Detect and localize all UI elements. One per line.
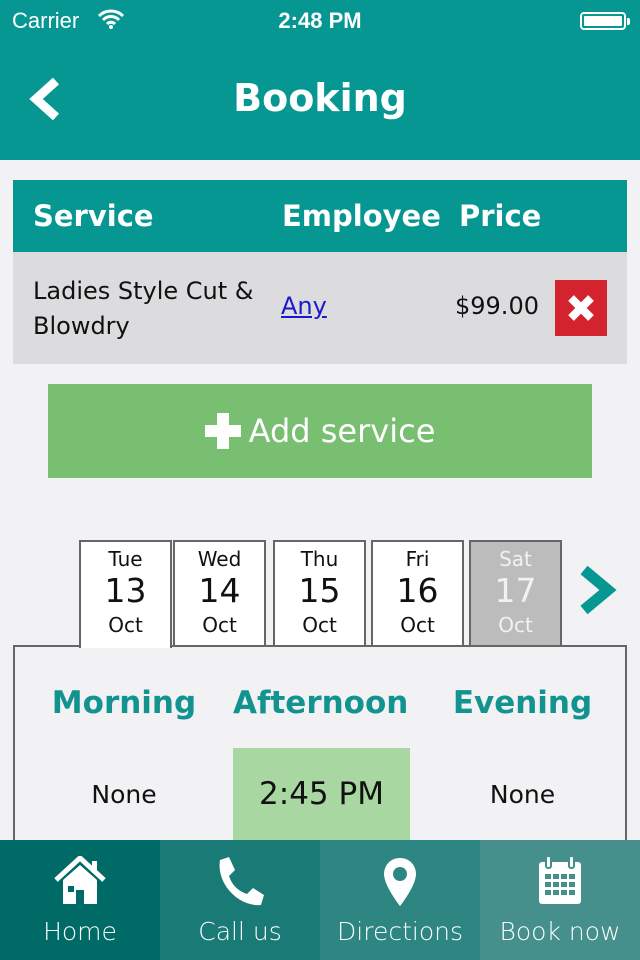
header-price: Price xyxy=(459,199,542,233)
day-month: Oct xyxy=(400,613,435,637)
calendar-icon xyxy=(539,856,581,904)
header-bar: Carrier 2:48 PM Booking xyxy=(0,0,640,160)
employee-link[interactable]: Any xyxy=(281,292,327,320)
period-morning: Morning xyxy=(51,685,197,721)
period-evening: Evening xyxy=(452,685,593,721)
tab-call-us[interactable]: Call us xyxy=(160,840,320,960)
phone-icon xyxy=(219,857,264,906)
day-month: Oct xyxy=(302,613,337,637)
bottom-tab-bar: Home Call us Directions Book now xyxy=(0,840,640,960)
day-number: 16 xyxy=(396,571,439,610)
day-of-week: Sat xyxy=(499,547,532,571)
time-slots-panel: Morning Afternoon Evening None 2:45 PM N… xyxy=(13,645,627,865)
table-header: Service Employee Price xyxy=(13,180,627,252)
service-price: $99.00 xyxy=(455,292,539,320)
day-of-week: Tue xyxy=(108,547,143,571)
day-of-week: Thu xyxy=(300,547,339,571)
tab-call-us-label: Call us xyxy=(198,917,282,946)
slot-afternoon-selected[interactable]: 2:45 PM xyxy=(233,748,410,840)
service-name: Ladies Style Cut & Blowdry xyxy=(33,277,254,340)
add-service-label: Add service xyxy=(248,412,436,450)
plus-icon xyxy=(204,413,241,449)
header-employee: Employee xyxy=(282,199,441,233)
date-tab-tue-13[interactable]: Tue 13 Oct xyxy=(79,540,172,648)
date-picker: Tue 13 Oct Wed 14 Oct Thu 15 Oct Fri 16 … xyxy=(0,540,640,648)
tab-book-now[interactable]: Book now xyxy=(480,840,640,960)
map-pin-icon xyxy=(384,858,416,906)
next-dates-button[interactable] xyxy=(574,566,620,614)
day-number: 15 xyxy=(298,571,341,610)
page-title: Booking xyxy=(233,76,407,120)
date-tab-wed-14[interactable]: Wed 14 Oct xyxy=(173,540,266,646)
day-number: 13 xyxy=(104,571,147,610)
tab-home[interactable]: Home xyxy=(0,840,160,960)
day-month: Oct xyxy=(108,613,143,637)
period-afternoon: Afternoon xyxy=(233,685,409,721)
date-tab-thu-15[interactable]: Thu 15 Oct xyxy=(273,540,366,646)
tab-directions[interactable]: Directions xyxy=(320,840,480,960)
tab-directions-label: Directions xyxy=(337,917,463,946)
date-tab-fri-16[interactable]: Fri 16 Oct xyxy=(371,540,464,646)
tab-home-label: Home xyxy=(43,917,117,946)
status-time: 2:48 PM xyxy=(278,8,362,33)
slot-morning: None xyxy=(91,779,157,809)
day-month: Oct xyxy=(498,613,533,637)
slot-evening: None xyxy=(489,779,556,809)
status-bar: Carrier 2:48 PM xyxy=(0,0,640,40)
day-month: Oct xyxy=(202,613,237,637)
day-of-week: Fri xyxy=(405,547,430,571)
battery-icon xyxy=(580,12,630,30)
services-table: Service Employee Price Ladies Style Cut … xyxy=(13,180,627,364)
close-icon xyxy=(568,295,594,321)
header-service: Service xyxy=(33,199,154,233)
day-number: 14 xyxy=(198,571,241,610)
tab-book-now-label: Book now xyxy=(499,917,621,946)
day-number: 17 xyxy=(494,571,537,610)
remove-service-button[interactable] xyxy=(555,280,607,336)
home-icon xyxy=(54,856,106,904)
add-service-button[interactable]: Add service xyxy=(48,384,592,478)
date-tab-sat-17: Sat 17 Oct xyxy=(469,540,562,646)
table-row: Ladies Style Cut & Blowdry Any $99.00 xyxy=(13,252,627,364)
day-of-week: Wed xyxy=(197,547,242,571)
